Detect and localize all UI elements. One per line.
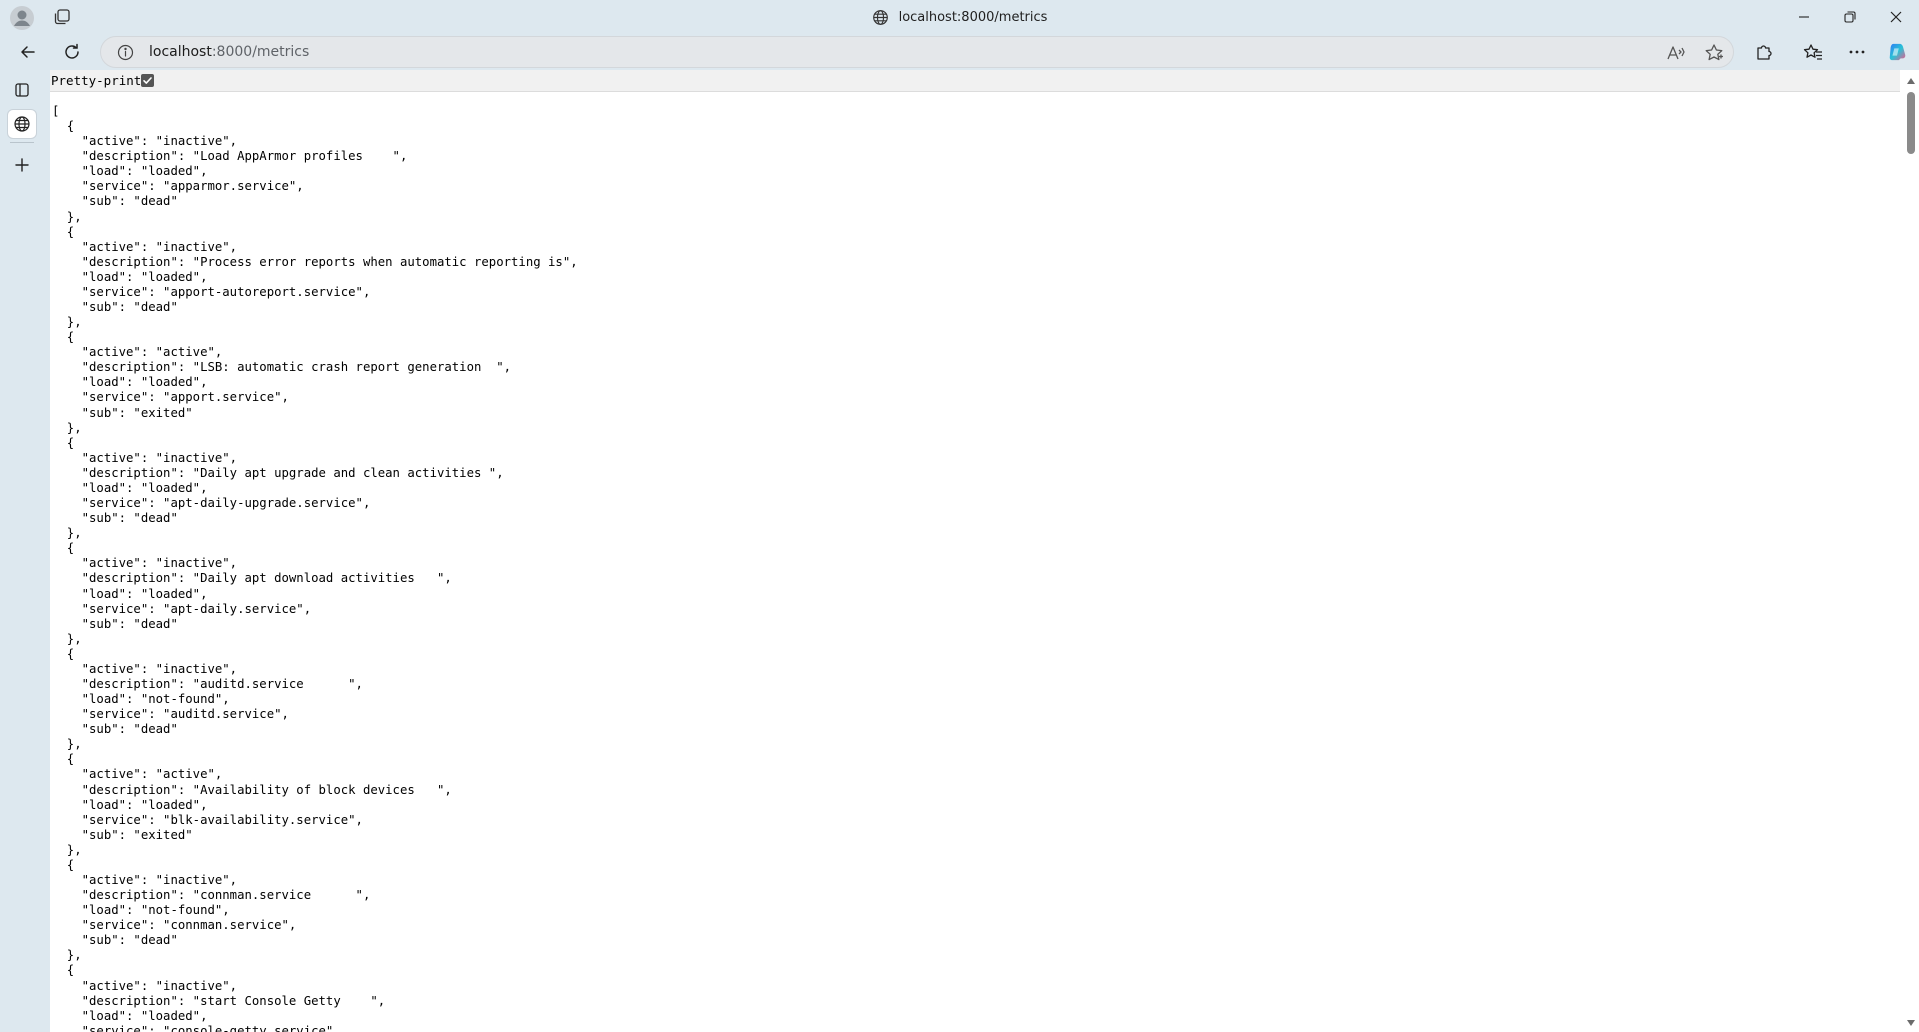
scroll-up-arrow-icon[interactable] xyxy=(1907,78,1915,84)
vertical-tabs-button[interactable] xyxy=(8,76,36,104)
checkmark-icon xyxy=(143,77,152,84)
profile-avatar-icon[interactable] xyxy=(9,5,35,31)
address-bar[interactable]: localhost:8000/metrics xyxy=(100,36,1734,68)
minimize-icon xyxy=(1799,16,1809,18)
pretty-print-checkbox[interactable] xyxy=(141,74,154,87)
restore-button[interactable] xyxy=(1827,0,1873,34)
favorites-icon xyxy=(1803,44,1822,60)
pretty-print-label: Pretty-print xyxy=(51,73,142,88)
new-tab-plus-icon xyxy=(15,158,29,172)
address-url[interactable]: localhost:8000/metrics xyxy=(149,37,309,67)
copilot-button[interactable] xyxy=(1881,36,1913,68)
refresh-button[interactable] xyxy=(56,36,88,68)
window-title: localhost:8000/metrics xyxy=(0,0,1919,34)
url-host: localhost xyxy=(149,44,212,60)
restore-icon xyxy=(1844,11,1856,23)
favorites-button[interactable] xyxy=(1797,36,1829,68)
back-icon xyxy=(21,46,35,58)
json-body: [ { "active": "inactive", "description":… xyxy=(52,104,578,1032)
favorite-star-icon[interactable] xyxy=(1703,42,1725,64)
back-button[interactable] xyxy=(12,36,44,68)
scrollbar-thumb[interactable] xyxy=(1907,92,1915,154)
refresh-icon xyxy=(65,43,79,59)
close-icon xyxy=(1890,11,1902,23)
site-info-icon[interactable] xyxy=(117,44,134,61)
window-title-text: localhost:8000/metrics xyxy=(898,9,1048,25)
pretty-print-bar: Pretty-print xyxy=(50,70,1900,92)
vertical-tabs-icon xyxy=(15,83,29,97)
minimize-button[interactable] xyxy=(1781,0,1827,34)
browser-toolbar: localhost:8000/metrics xyxy=(0,34,1919,70)
globe-icon xyxy=(872,9,888,25)
scroll-down-arrow-icon[interactable] xyxy=(1907,1020,1915,1026)
page-content: Pretty-print [ { "active": "inactive", "… xyxy=(50,70,1919,1032)
tab-actions-icon[interactable] xyxy=(52,7,72,27)
new-tab-button[interactable] xyxy=(8,151,36,179)
url-path: :8000/metrics xyxy=(211,44,310,60)
globe-tab-button[interactable] xyxy=(8,110,36,138)
window-title-bar: localhost:8000/metrics xyxy=(0,0,1919,34)
globe-tab-icon xyxy=(14,116,30,132)
copilot-icon xyxy=(1889,43,1906,61)
close-button[interactable] xyxy=(1873,0,1919,34)
edge-sidebar xyxy=(0,70,44,1032)
more-button[interactable] xyxy=(1841,36,1873,68)
extensions-icon xyxy=(1757,45,1772,60)
more-icon xyxy=(1849,50,1865,54)
sidebar-divider xyxy=(10,142,34,143)
vertical-scrollbar[interactable] xyxy=(1903,70,1919,1032)
extensions-button[interactable] xyxy=(1748,36,1780,68)
read-aloud-icon[interactable] xyxy=(1665,42,1687,64)
